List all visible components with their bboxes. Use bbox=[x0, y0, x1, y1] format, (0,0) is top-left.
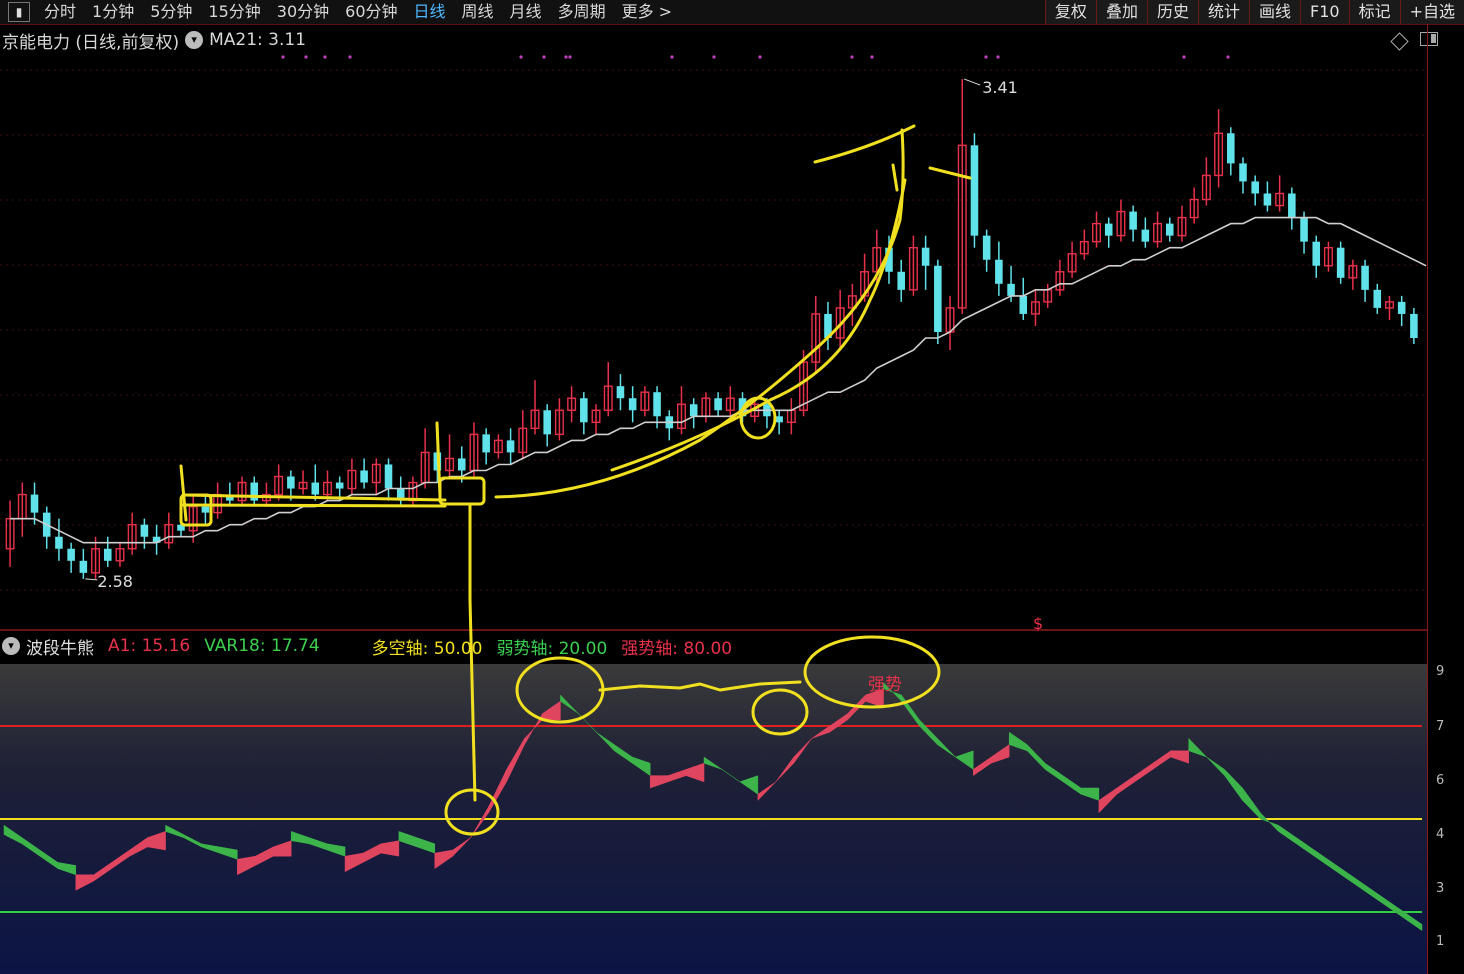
candle-body bbox=[30, 494, 39, 513]
signal-dot bbox=[670, 55, 674, 59]
candle-body bbox=[689, 404, 698, 417]
candle-body bbox=[1300, 217, 1308, 242]
candle-body bbox=[616, 386, 625, 399]
axis-tick-label: 4 bbox=[1436, 827, 1445, 842]
dollar-marker: $ bbox=[1033, 614, 1043, 633]
candle-body bbox=[1288, 193, 1296, 218]
annotation-peak-mark bbox=[813, 124, 972, 192]
candle-body bbox=[335, 482, 344, 489]
signal-dot bbox=[323, 55, 327, 59]
signal-dot bbox=[996, 55, 1000, 59]
axis-tick-label: 1 bbox=[1436, 934, 1445, 949]
candle-body bbox=[1336, 247, 1345, 278]
axis-tick-label: 7 bbox=[1436, 719, 1445, 734]
signal-dot bbox=[348, 55, 352, 59]
candle-body bbox=[79, 560, 88, 573]
candle-body bbox=[995, 259, 1003, 284]
axis-tick-label: 3 bbox=[1436, 881, 1445, 896]
signal-dots bbox=[281, 55, 1230, 59]
candle-body bbox=[1373, 289, 1382, 308]
axis-tick-label: 9 bbox=[1436, 664, 1445, 679]
candle-body bbox=[506, 440, 515, 453]
ma21-line bbox=[10, 216, 1427, 544]
low-price-label: 2.58 bbox=[97, 572, 133, 591]
candle-body bbox=[1361, 265, 1369, 290]
candle-body bbox=[287, 476, 295, 489]
zone-label: 强势 bbox=[868, 675, 902, 695]
annotation-base-line bbox=[181, 493, 447, 508]
candle-body bbox=[543, 410, 551, 435]
candle-body bbox=[714, 398, 722, 411]
price-labels: 3.41 2.58 $ 强势 bbox=[85, 78, 1043, 695]
candle-body bbox=[921, 247, 930, 266]
candle-body bbox=[1227, 133, 1235, 164]
signal-dot bbox=[758, 55, 762, 59]
candle-body bbox=[580, 398, 588, 423]
candle-body bbox=[1251, 181, 1259, 194]
candle-body bbox=[482, 434, 490, 453]
candle-body bbox=[1397, 301, 1406, 314]
candle-body bbox=[1239, 163, 1247, 182]
signal-dot bbox=[304, 55, 308, 59]
signal-dot bbox=[712, 55, 716, 59]
signal-dot bbox=[564, 55, 568, 59]
candle-body bbox=[1410, 313, 1418, 339]
candle-body bbox=[1007, 283, 1015, 296]
candle-body bbox=[653, 392, 661, 417]
signal-dot bbox=[519, 55, 523, 59]
chart-canvas: 3.41 2.58 $ 强势 bbox=[0, 55, 1427, 974]
signal-dot bbox=[850, 55, 854, 59]
signal-dot bbox=[568, 55, 572, 59]
annotation-curve-inner bbox=[610, 178, 907, 472]
candle-body bbox=[103, 548, 112, 561]
signal-dot bbox=[542, 55, 546, 59]
candle-body bbox=[628, 398, 637, 411]
candle-body bbox=[384, 464, 393, 489]
signal-dot bbox=[281, 55, 285, 59]
signal-dot bbox=[984, 55, 988, 59]
high-pointer bbox=[964, 78, 981, 86]
axis-tick-label: 6 bbox=[1436, 773, 1445, 788]
signal-dot bbox=[1226, 55, 1230, 59]
candle-body bbox=[1104, 223, 1113, 236]
right-axis: 9 7 6 4 3 1 bbox=[1427, 24, 1464, 974]
candle-body bbox=[1312, 241, 1321, 266]
signal-dot bbox=[870, 55, 874, 59]
candle-body bbox=[982, 235, 991, 260]
candle-body bbox=[775, 416, 783, 423]
annotation-curve-up bbox=[494, 128, 905, 499]
low-pointer bbox=[85, 578, 98, 581]
candle-body bbox=[55, 536, 63, 549]
candle-body bbox=[1165, 223, 1174, 236]
high-price-label: 3.41 bbox=[982, 78, 1018, 97]
candle-body bbox=[897, 271, 905, 290]
candle-body bbox=[311, 482, 320, 495]
candle-body bbox=[970, 145, 979, 236]
candle-body bbox=[360, 470, 368, 483]
candle-body bbox=[201, 506, 210, 513]
candle-body bbox=[140, 524, 149, 537]
candle-body bbox=[457, 458, 466, 471]
candle-body bbox=[934, 265, 942, 332]
candle-body bbox=[1019, 295, 1028, 314]
candle-body bbox=[1141, 229, 1150, 242]
candle-body bbox=[1129, 211, 1137, 230]
candle-body bbox=[67, 548, 75, 561]
candle-body bbox=[1263, 193, 1272, 206]
signal-dot bbox=[1182, 55, 1186, 59]
